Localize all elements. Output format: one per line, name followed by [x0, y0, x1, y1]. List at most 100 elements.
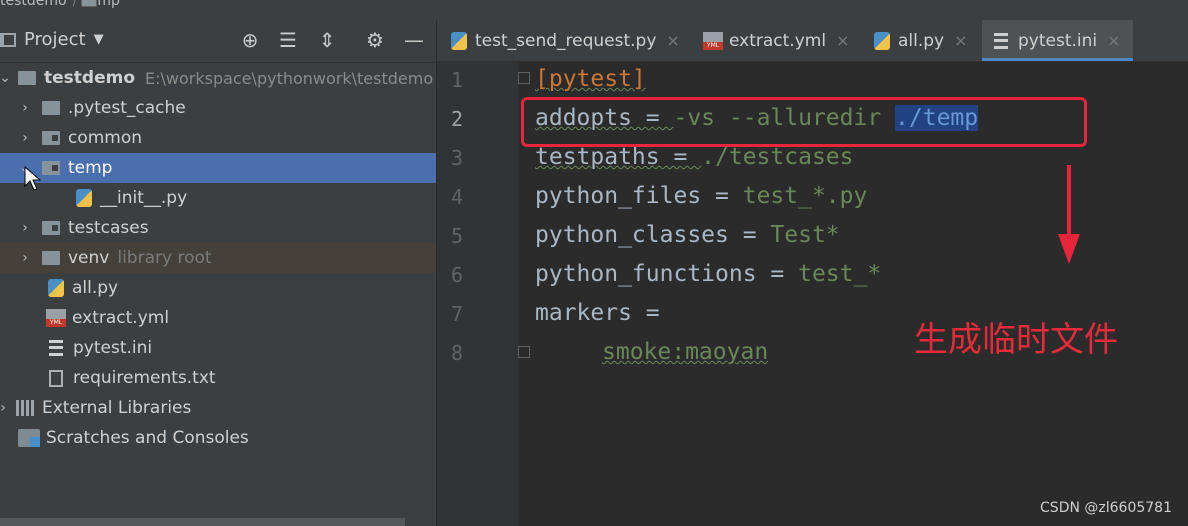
project-window-icon: [0, 32, 16, 47]
breadcrumb: testdemo / temp: [0, 0, 120, 8]
tab-extract-yml[interactable]: extract.yml ×: [703, 20, 849, 61]
annotation-arrow-head: [1058, 234, 1080, 264]
fold-marker-icon[interactable]: [518, 346, 530, 358]
tree-item-label: common: [68, 128, 143, 148]
tree-item-label: pytest.ini: [73, 338, 153, 358]
library-root-hint: library root: [117, 248, 212, 268]
annotation-highlight-box: [521, 97, 1087, 147]
tab-label: extract.yml: [729, 30, 827, 51]
watermark: CSDN @zl6605781: [1040, 500, 1172, 516]
tree-item-label: requirements.txt: [73, 368, 216, 388]
folder-icon: [18, 71, 36, 85]
tree-item-label: .pytest_cache: [68, 98, 186, 118]
line-number: 6: [450, 263, 464, 287]
project-panel: Project ▼ ⊕ ☰ ⇕ ⚙ — ⌄ testdemo E:\worksp…: [0, 20, 436, 526]
tab-label: test_send_request.py: [475, 30, 657, 51]
close-icon[interactable]: ×: [836, 31, 849, 50]
tree-item-pytest-cache[interactable]: › .pytest_cache: [0, 93, 436, 123]
chevron-right-icon[interactable]: ›: [18, 220, 32, 236]
text-file-icon: [49, 369, 63, 387]
tab-all-py[interactable]: all.py ×: [874, 20, 968, 61]
chevron-right-icon[interactable]: ›: [18, 250, 32, 266]
tree-item-requirements-txt[interactable]: requirements.txt: [0, 363, 436, 393]
project-path: E:\workspace\pythonwork\testdemo: [145, 68, 434, 88]
folder-icon: [42, 101, 60, 115]
code-line-3: testpaths = ./testcases: [535, 144, 854, 170]
tree-item-temp[interactable]: ⌄ temp: [0, 153, 436, 183]
locate-file-icon[interactable]: ⊕: [236, 26, 264, 54]
tree-item-label: External Libraries: [42, 398, 192, 418]
tab-pytest-ini[interactable]: pytest.ini ×: [982, 20, 1133, 61]
python-file-icon: [48, 279, 64, 297]
tree-item-scratches[interactable]: Scratches and Consoles: [0, 423, 436, 453]
gear-icon[interactable]: ⚙: [361, 26, 389, 54]
tree-item-label: all.py: [72, 278, 119, 298]
chevron-right-icon[interactable]: ›: [0, 400, 10, 416]
close-icon[interactable]: ×: [1107, 31, 1120, 50]
tree-item-external-libraries[interactable]: › External Libraries: [0, 393, 436, 423]
tree-item-common[interactable]: › common: [0, 123, 436, 153]
line-number: 8: [450, 341, 464, 365]
python-file-icon: [874, 31, 890, 50]
tree-item-testdemo[interactable]: ⌄ testdemo E:\workspace\pythonwork\testd…: [0, 63, 436, 93]
dropdown-arrow-icon: ▼: [93, 32, 104, 47]
code-line-1: [pytest]: [535, 66, 646, 92]
mouse-cursor-icon: [24, 166, 42, 191]
code-line-5: python_classes = Test*: [535, 222, 840, 248]
editor-tabs: test_send_request.py × extract.yml × all…: [437, 20, 1188, 62]
chevron-down-icon[interactable]: ⌄: [0, 70, 12, 86]
package-folder-icon: [42, 221, 60, 235]
tree-item-all-py[interactable]: all.py: [0, 273, 436, 303]
tree-item-label: venv: [68, 248, 110, 268]
tab-label: all.py: [898, 30, 945, 51]
python-file-icon: [76, 189, 92, 207]
navigation-bar: testdemo / temp: [0, 0, 1188, 21]
minimize-icon[interactable]: —: [400, 26, 428, 54]
breadcrumb-separator: /: [72, 0, 78, 9]
line-number: 1: [450, 68, 464, 92]
code-line-7: markers =: [535, 300, 660, 326]
tree-item-label: temp: [68, 158, 113, 178]
line-number: 7: [450, 302, 464, 326]
expand-all-icon[interactable]: ☰: [274, 26, 302, 54]
tree-item-venv[interactable]: › venv library root: [0, 243, 436, 273]
chevron-right-icon[interactable]: ›: [18, 130, 32, 146]
code-line-8: smoke:maoyan: [602, 339, 769, 365]
fold-marker-icon[interactable]: [518, 72, 530, 84]
code-line-6: python_functions = test_*: [535, 261, 882, 287]
close-icon[interactable]: ×: [666, 31, 679, 50]
line-number: 2: [450, 107, 464, 131]
chevron-right-icon[interactable]: ›: [18, 100, 32, 116]
tab-label: pytest.ini: [1018, 30, 1098, 51]
tree-item-init-py[interactable]: __init__.py: [0, 183, 436, 213]
annotation-text: 生成临时文件: [914, 320, 1118, 360]
tab-test-send-request[interactable]: test_send_request.py ×: [451, 20, 680, 61]
project-view-selector[interactable]: Project ▼: [0, 29, 104, 50]
line-number-gutter: 1 2 3 4 5 6 7 8: [437, 62, 519, 526]
tree-item-pytest-ini[interactable]: pytest.ini: [0, 333, 436, 363]
tree-item-label: testdemo: [44, 68, 135, 88]
collapse-all-icon[interactable]: ⇕: [313, 26, 341, 54]
tree-item-testcases[interactable]: › testcases: [0, 213, 436, 243]
horizontal-scrollbar[interactable]: [0, 518, 405, 526]
scratches-icon: [18, 429, 40, 447]
line-number: 4: [450, 185, 464, 209]
yml-file-icon: [703, 31, 723, 50]
line-number: 3: [450, 146, 464, 170]
folder-icon: [81, 0, 97, 7]
breadcrumb-root[interactable]: testdemo: [0, 0, 67, 8]
tree-item-label: extract.yml: [72, 308, 170, 328]
line-number: 5: [450, 224, 464, 248]
code-editor[interactable]: 1 2 3 4 5 6 7 8 [pytest] addopts = -vs -…: [437, 62, 1188, 526]
ini-file-icon: [994, 32, 1008, 49]
package-folder-icon: [42, 131, 60, 145]
yml-file-icon: [46, 309, 66, 327]
library-icon: [16, 400, 36, 416]
project-panel-title: Project: [24, 29, 86, 50]
code-line-4: python_files = test_*.py: [535, 183, 868, 209]
ini-file-icon: [49, 340, 63, 356]
close-icon[interactable]: ×: [954, 31, 967, 50]
python-file-icon: [451, 31, 467, 50]
tree-item-extract-yml[interactable]: extract.yml: [0, 303, 436, 333]
package-folder-icon: [42, 161, 60, 175]
